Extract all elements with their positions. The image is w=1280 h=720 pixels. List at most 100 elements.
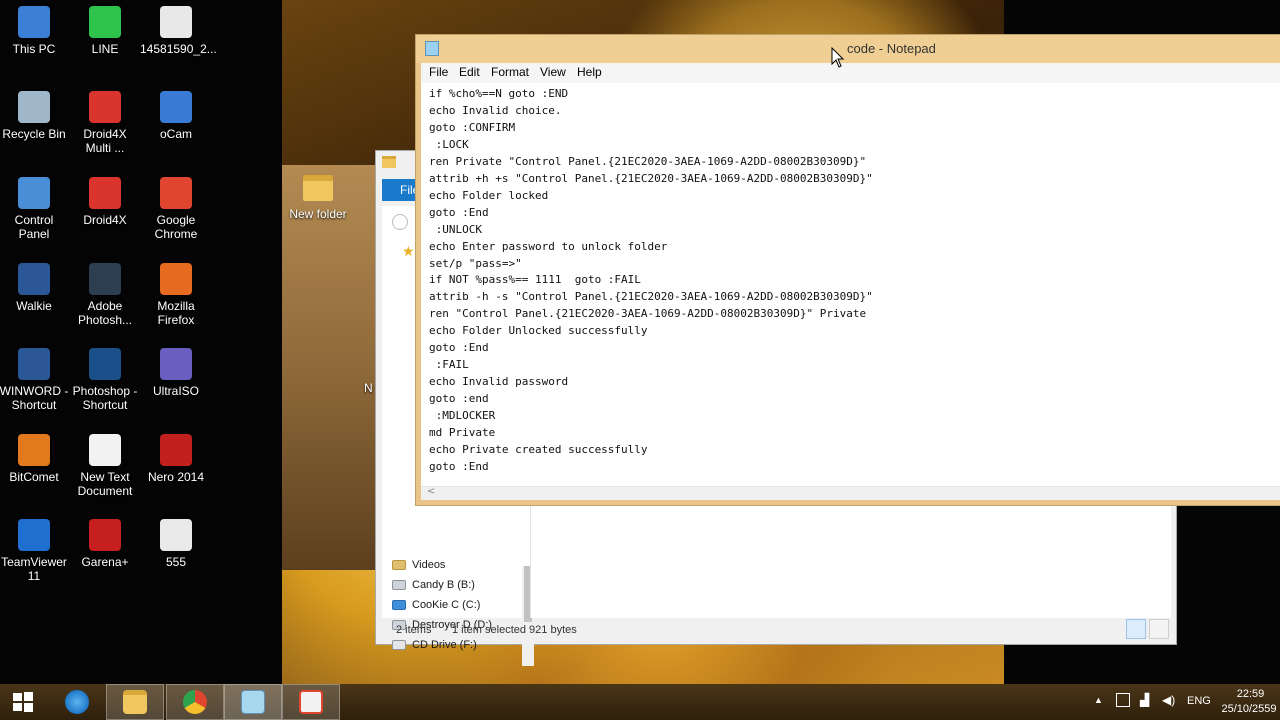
chrome-icon [183,690,207,714]
desktop-icon[interactable]: This PC [0,6,70,56]
nav-item-label: CooKie C (C:) [412,599,481,611]
volume-icon[interactable]: ◀) [1162,693,1175,707]
desktop-icon-label: Google Chrome [154,213,198,241]
image-file-icon [160,519,192,551]
nav-item-label: Candy B (B:) [412,579,475,591]
nav-item-drive-f[interactable]: CD Drive (F:) [392,639,477,651]
horizontal-scrollbar[interactable]: < [421,486,1280,500]
desktop-icon[interactable]: Mozilla Firefox [140,263,212,327]
status-bar: 2 items 1 item selected 921 bytes [382,620,1172,640]
firefox-icon [160,263,192,295]
desktop-icon[interactable]: Photoshop - Shortcut [69,348,141,412]
taskbar: ▲ ▟ ◀) ENG 22:59 25/10/2559 [0,684,1280,720]
desktop-icon[interactable]: Droid4X [69,177,141,227]
internet-explorer-icon [65,690,89,714]
photoshop-icon [89,348,121,380]
desktop-icon-label: Mozilla Firefox [157,299,195,327]
nav-item-drive-b[interactable]: Candy B (B:) [392,579,475,591]
desktop-icon[interactable]: UltraISO [140,348,212,398]
garena-icon [89,519,121,551]
partial-desktop-label: N [364,381,373,395]
desktop-icon[interactable]: Recycle Bin [0,91,70,141]
desktop-icon-label: Droid4X Multi ... [83,127,127,155]
this-pc-icon [18,6,50,38]
status-item-count: 2 items [396,624,432,636]
taskbar-ocam[interactable] [282,684,340,720]
start-icon [13,692,33,712]
taskbar-notepad[interactable] [224,684,282,720]
menu-help[interactable]: Help [577,65,602,79]
nav-item-drive-c[interactable]: CooKie C (C:) [392,599,481,611]
recycle-bin-icon [18,91,50,123]
videos-folder-icon [392,560,406,570]
line-icon [89,6,121,38]
teamviewer-icon [18,519,50,551]
clock-time[interactable]: 22:59 [1223,688,1278,700]
desktop-icon[interactable]: BitComet [0,434,70,484]
desktop-icon[interactable]: Nero 2014 [140,434,212,484]
desktop-icon-label: LINE [91,42,119,56]
desktop-icon[interactable]: 14581590_2... [140,6,217,56]
wallpaper-sand-region [282,165,377,570]
action-center-icon[interactable] [1116,693,1130,707]
nav-item-label: CD Drive (F:) [412,639,477,651]
desktop-icon[interactable]: Walkie [0,263,70,313]
desktop-new-folder[interactable]: New folder [285,175,351,221]
desktop-icon-label: WINWORD - Shortcut [0,384,69,412]
desktop-icon[interactable]: Control Panel [0,177,70,241]
text-document-icon [89,434,121,466]
file-explorer-icon [123,690,147,714]
large-icons-view-button[interactable] [1149,619,1169,639]
desktop-icon[interactable]: Google Chrome [140,177,212,241]
desktop-icon[interactable]: Droid4X Multi ... [69,91,141,155]
nero-icon [160,434,192,466]
desktop-icon[interactable]: 555 [140,519,212,569]
status-selection: 1 item selected 921 bytes [452,624,577,636]
desktop-icon[interactable]: New Text Document [69,434,141,498]
partial-label-line1: N [364,381,373,395]
text-editor[interactable]: if %cho%==N goto :END echo Invalid choic… [421,83,1280,486]
taskbar-internet-explorer[interactable] [48,684,106,720]
desktop-icon-label: Garena+ [81,555,129,569]
details-view-button[interactable] [1126,619,1146,639]
notepad-window[interactable]: code - Notepad File Edit Format View Hel… [415,34,1280,506]
desktop-icon-label: Control Panel [14,213,54,241]
window-title: code - Notepad [847,41,936,56]
show-hidden-icons-icon[interactable]: ▲ [1094,695,1103,705]
menu-format[interactable]: Format [491,65,529,79]
menu-file[interactable]: File [429,65,448,79]
desktop-icon[interactable]: Garena+ [69,519,141,569]
nav-item-videos[interactable]: Videos [392,559,445,571]
notepad-titlebar[interactable]: code - Notepad [416,35,1280,63]
start-button[interactable] [0,684,46,720]
desktop-icon[interactable]: oCam [140,91,212,141]
network-icon[interactable]: ▟ [1140,693,1149,707]
menu-edit[interactable]: Edit [459,65,480,79]
desktop-icon[interactable]: WINWORD - Shortcut [0,348,70,412]
back-arrow-icon[interactable] [392,214,408,230]
word-icon [18,348,50,380]
menu-view[interactable]: View [540,65,566,79]
taskbar-chrome[interactable] [166,684,224,720]
notepad-icon [241,690,265,714]
notepad-icon [425,41,439,56]
windows-drive-icon [392,600,406,610]
control-panel-icon [18,177,50,209]
desktop-icon-label: 555 [165,555,187,569]
desktop-icon-label: Recycle Bin [2,127,66,141]
language-indicator[interactable]: ENG [1187,695,1211,707]
scroll-left-icon[interactable]: < [427,486,435,497]
ocam-icon [299,690,323,714]
desktop-icon[interactable]: Adobe Photosh... [69,263,141,327]
droid4x-icon [89,91,121,123]
bitcomet-icon [18,434,50,466]
desktop-icon[interactable]: TeamViewer 11 [0,519,70,583]
menu-bar: File Edit Format View Help [421,63,1280,83]
desktop-icon[interactable]: LINE [69,6,141,56]
folder-icon [303,175,333,201]
desktop-icon-label: Adobe Photosh... [77,299,133,327]
desktop-icon-label: BitComet [9,470,59,484]
taskbar-file-explorer[interactable] [106,684,164,720]
ocam-icon [160,91,192,123]
clock-date[interactable]: 25/10/2559 [1218,703,1280,715]
